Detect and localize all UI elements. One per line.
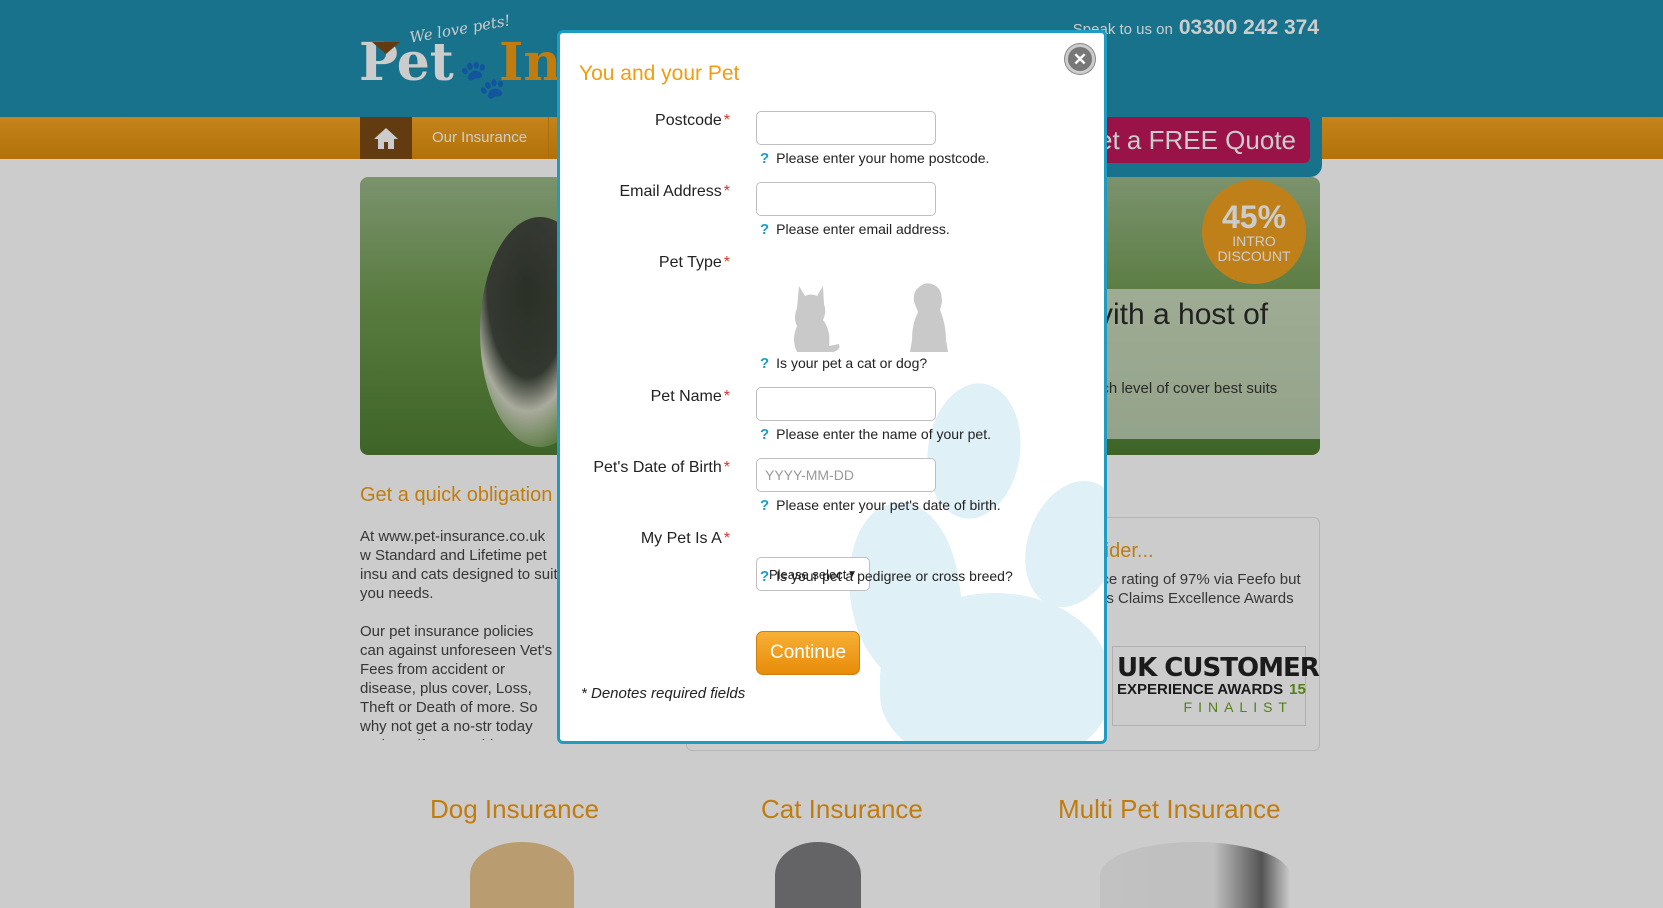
help-icon[interactable]: ? bbox=[760, 426, 769, 443]
email-input[interactable] bbox=[756, 182, 936, 216]
pet-name-help-text: Please enter the name of your pet. bbox=[776, 426, 991, 442]
required-marker: * bbox=[723, 388, 730, 405]
required-marker: * bbox=[723, 112, 730, 129]
postcode-help: ? Please enter your home postcode. bbox=[760, 150, 989, 167]
dob-help: ? Please enter your pet's date of birth. bbox=[760, 497, 1001, 514]
help-icon[interactable]: ? bbox=[760, 568, 769, 585]
email-help: ? Please enter email address. bbox=[760, 221, 950, 238]
required-marker: * bbox=[723, 530, 730, 547]
modal-title: You and your Pet bbox=[579, 62, 740, 85]
breed-help-text: Is your pet a pedigree or cross breed? bbox=[776, 568, 1013, 584]
postcode-label: Postcode * bbox=[570, 112, 730, 130]
required-marker: * bbox=[723, 254, 730, 271]
dob-help-text: Please enter your pet's date of birth. bbox=[776, 497, 1001, 513]
help-icon[interactable]: ? bbox=[760, 221, 769, 238]
email-label: Email Address * bbox=[570, 183, 731, 201]
help-icon[interactable]: ? bbox=[760, 355, 769, 372]
postcode-help-text: Please enter your home postcode. bbox=[776, 150, 990, 166]
breed-label-text: My Pet Is A bbox=[640, 530, 722, 547]
close-icon[interactable]: ✕ bbox=[1065, 44, 1095, 74]
pet-type-help: ? Is your pet a cat or dog? bbox=[760, 355, 927, 372]
required-marker: * bbox=[723, 183, 730, 200]
dog-option-icon[interactable] bbox=[900, 280, 956, 354]
continue-button[interactable]: Continue bbox=[756, 631, 860, 675]
pet-details-modal: You and your Pet ✕ Postcode * ? Please ent… bbox=[557, 30, 1107, 744]
pet-name-label-text: Pet Name bbox=[650, 388, 722, 405]
email-label-text: Email Address bbox=[619, 183, 722, 200]
pet-type-help-text: Is your pet a cat or dog? bbox=[776, 355, 928, 371]
required-marker: * bbox=[723, 459, 730, 476]
help-icon[interactable]: ? bbox=[760, 150, 769, 167]
breed-help: ? Is your pet a pedigree or cross breed? bbox=[760, 568, 1013, 585]
pet-name-input[interactable] bbox=[756, 387, 936, 421]
required-fields-note: * Denotes required fields bbox=[581, 685, 746, 702]
help-icon[interactable]: ? bbox=[760, 497, 769, 514]
dob-label-text: Pet's Date of Birth bbox=[593, 459, 722, 476]
postcode-label-text: Postcode bbox=[655, 112, 722, 129]
postcode-input[interactable] bbox=[756, 111, 936, 145]
dob-label: Pet's Date of Birth * bbox=[570, 459, 730, 477]
pet-name-label: Pet Name * bbox=[570, 388, 730, 406]
dob-input[interactable] bbox=[756, 458, 936, 492]
cat-option-icon[interactable] bbox=[785, 280, 841, 354]
pet-type-label: Pet Type * bbox=[570, 254, 730, 272]
pet-type-label-text: Pet Type bbox=[658, 254, 722, 271]
breed-label: My Pet Is A * bbox=[570, 530, 730, 548]
pet-name-help: ? Please enter the name of your pet. bbox=[760, 426, 991, 443]
email-help-text: Please enter email address. bbox=[776, 221, 950, 237]
